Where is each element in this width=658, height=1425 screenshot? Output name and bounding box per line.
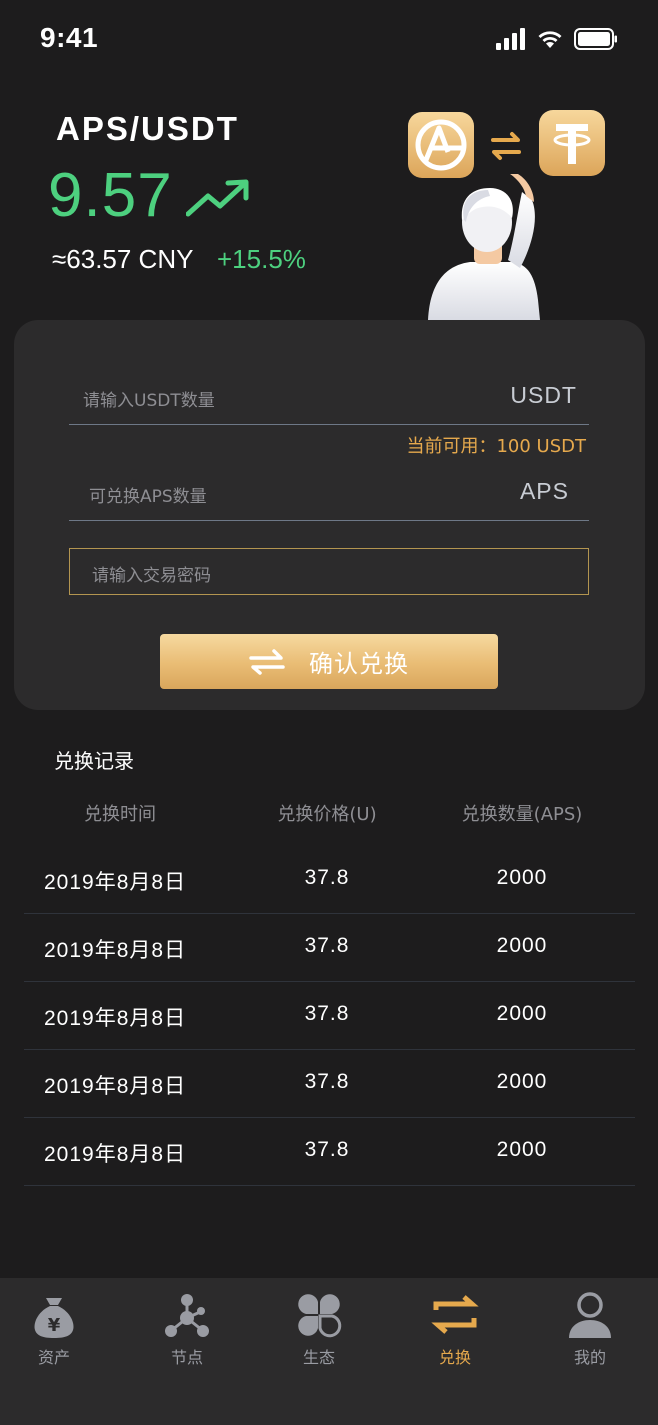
record-amount: 2000 — [496, 866, 548, 889]
swap-icon — [249, 648, 285, 675]
record-price: 37.8 — [304, 866, 350, 889]
table-row: 2019年8月8日 37.8 2000 — [24, 846, 635, 914]
usdt-amount-field[interactable]: 请输入USDT数量 USDT — [69, 370, 589, 425]
record-time: 2019年8月8日 — [44, 1143, 187, 1166]
tab-exchange[interactable]: 兑换 — [389, 1278, 521, 1378]
records-title: 兑换记录 — [54, 749, 134, 773]
aps-coin-icon — [408, 112, 474, 178]
record-time: 2019年8月8日 — [44, 1007, 187, 1030]
trade-password-placeholder: 请输入交易密码 — [92, 566, 211, 586]
pair-title: APS/USDT — [56, 110, 239, 147]
status-time: 9:41 — [40, 22, 99, 53]
confirm-exchange-label: 确认兑换 — [309, 650, 409, 678]
change-percent: +15.5% — [217, 244, 306, 274]
table-row: 2019年8月8日 37.8 2000 — [24, 982, 635, 1050]
price: 9.57 — [48, 161, 173, 230]
records-table: 2019年8月8日 37.8 2000 2019年8月8日 37.8 2000 … — [24, 846, 635, 1186]
exchange-card: 请输入USDT数量 USDT 当前可用：100 USDT 可兑换APS数量 AP… — [14, 320, 645, 710]
cny-value: ≈63.57 CNY — [52, 244, 194, 274]
table-row: 2019年8月8日 37.8 2000 — [24, 914, 635, 982]
confirm-exchange-button[interactable]: 确认兑换 — [160, 634, 498, 689]
column-header-time: 兑换时间 — [84, 804, 156, 825]
record-time: 2019年8月8日 — [44, 939, 187, 962]
record-time: 2019年8月8日 — [44, 1075, 187, 1098]
trend-up-icon — [186, 179, 249, 217]
svg-text:¥: ¥ — [48, 1315, 61, 1336]
profile-icon — [569, 1292, 611, 1338]
tab-label: 资产 — [37, 1348, 70, 1367]
swap-arrows-icon — [491, 132, 521, 160]
record-amount: 2000 — [496, 934, 548, 957]
wifi-icon — [538, 31, 562, 48]
available-balance: 当前可用：100 USDT — [406, 436, 586, 457]
record-amount: 2000 — [496, 1138, 548, 1161]
aps-unit: APS — [519, 478, 569, 504]
aps-amount-field[interactable]: 可兑换APS数量 APS — [69, 466, 589, 521]
exchange-illustration — [408, 110, 605, 320]
exchange-icon — [431, 1295, 479, 1334]
usdt-coin-icon — [539, 110, 605, 176]
record-amount: 2000 — [496, 1002, 548, 1025]
record-price: 37.8 — [304, 1070, 350, 1093]
money-bag-icon: ¥ — [34, 1298, 74, 1338]
ecosystem-icon — [298, 1294, 342, 1338]
record-price: 37.8 — [304, 1138, 350, 1161]
tab-ecosystem[interactable]: 生态 — [253, 1278, 385, 1378]
tab-profile[interactable]: 我的 — [524, 1278, 656, 1378]
tab-label: 兑换 — [438, 1348, 471, 1367]
record-price: 37.8 — [304, 934, 350, 957]
table-row: 2019年8月8日 37.8 2000 — [24, 1118, 635, 1186]
signal-icon — [496, 28, 525, 50]
tab-assets[interactable]: ¥ 资产 — [0, 1278, 120, 1378]
tab-label: 我的 — [573, 1348, 606, 1367]
usdt-amount-placeholder: 请输入USDT数量 — [83, 391, 215, 411]
battery-icon — [574, 28, 617, 50]
record-price: 37.8 — [304, 1002, 350, 1025]
table-row: 2019年8月8日 37.8 2000 — [24, 1050, 635, 1118]
tab-nodes[interactable]: 节点 — [121, 1278, 253, 1378]
tab-bar: ¥ 资产 节点 生态 兑换 我的 — [0, 1278, 658, 1425]
status-icons — [496, 26, 618, 52]
tab-label: 节点 — [170, 1348, 203, 1367]
column-header-amount: 兑换数量(APS) — [461, 804, 583, 825]
status-bar: 9:41 — [0, 0, 658, 80]
nodes-icon — [165, 1294, 209, 1337]
record-time: 2019年8月8日 — [44, 871, 187, 894]
column-header-price: 兑换价格(U) — [277, 804, 377, 825]
trade-password-field[interactable]: 请输入交易密码 — [69, 548, 589, 595]
record-amount: 2000 — [496, 1070, 548, 1093]
aps-amount-placeholder: 可兑换APS数量 — [89, 487, 207, 507]
tab-label: 生态 — [302, 1348, 335, 1367]
person-illustration — [428, 174, 540, 320]
usdt-unit: USDT — [510, 382, 577, 408]
